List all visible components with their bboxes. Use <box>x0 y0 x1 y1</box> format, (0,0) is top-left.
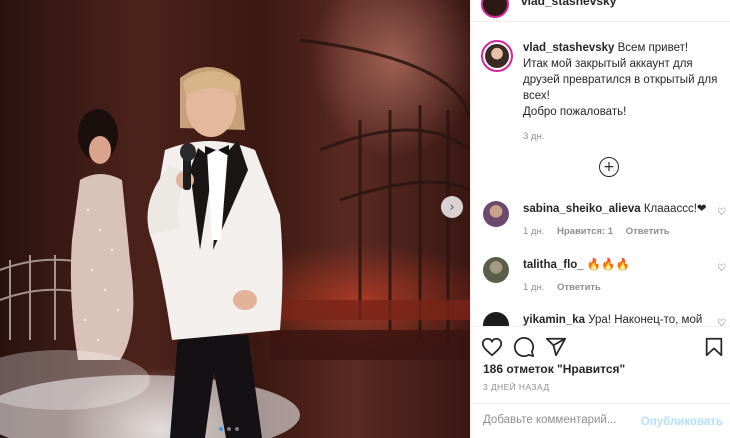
caption-text-line: Добро пожаловать! <box>523 106 627 118</box>
comments-list: sabina_sheiko_alieva Клааассс!❤ 1 дн. Нр… <box>471 195 730 327</box>
carousel-next-button[interactable]: › <box>441 196 463 218</box>
post-caption: vlad_stashevsky Всем привет! Итак мой за… <box>481 40 721 145</box>
comment-avatar[interactable] <box>483 257 509 283</box>
comment-avatar[interactable] <box>483 312 509 327</box>
heart-icon[interactable] <box>481 336 503 358</box>
post-side-panel: vlad_stashevsky vlad_stashevsky Всем при… <box>470 0 730 438</box>
caption-username[interactable]: vlad_stashevsky <box>523 42 614 54</box>
comment-text: 🔥🔥🔥 <box>586 259 630 271</box>
comment-reply-button[interactable]: Ответить <box>626 226 670 237</box>
comment-username[interactable]: talitha_flo_ <box>523 259 584 271</box>
send-icon[interactable] <box>545 336 567 358</box>
carousel-dot <box>227 427 231 431</box>
comment-item: sabina_sheiko_alieva Клааассс!❤ 1 дн. Нр… <box>481 201 726 240</box>
comment-item: yikamin_ka Ура! Наконец-то, мой ♡ <box>481 312 726 327</box>
comment-time[interactable]: 1 дн. <box>523 226 544 237</box>
caption-text-line: Всем привет! <box>617 42 689 54</box>
bookmark-icon[interactable] <box>703 336 725 358</box>
comment-item: talitha_flo_ 🔥🔥🔥 1 дн. Ответить ♡ <box>481 257 726 296</box>
comment-username[interactable]: sabina_sheiko_alieva <box>523 203 641 215</box>
publish-button[interactable]: Опубликовать <box>641 416 723 428</box>
comment-time[interactable]: 1 дн. <box>523 282 544 293</box>
comment-reply-button[interactable]: Ответить <box>557 282 601 293</box>
caption-time[interactable]: 3 дн. <box>523 129 721 145</box>
post-photo[interactable]: › <box>0 0 470 438</box>
stage-scene <box>0 38 470 438</box>
comment-heart-icon[interactable]: ♡ <box>717 263 726 274</box>
post-actions: 186 отметок "Нравится" 3 ДНЕЙ НАЗАД Опуб… <box>471 326 730 438</box>
comment-input[interactable] <box>483 414 643 426</box>
header-username[interactable]: vlad_stashevsky <box>521 0 616 8</box>
post-date[interactable]: 3 ДНЕЙ НАЗАД <box>483 382 549 392</box>
post-header: vlad_stashevsky <box>471 0 730 22</box>
chevron-right-icon: › <box>449 199 455 215</box>
caption-avatar[interactable] <box>481 40 513 72</box>
carousel-dot <box>235 427 239 431</box>
author-avatar[interactable] <box>481 0 509 18</box>
plus-circle-icon: + <box>603 159 615 175</box>
caption-text-line: всех! <box>523 90 550 102</box>
comment-icon[interactable] <box>513 336 535 358</box>
carousel-indicators <box>219 427 239 431</box>
comment-avatar[interactable] <box>483 201 509 227</box>
comment-username[interactable]: yikamin_ka <box>523 314 585 326</box>
add-comment-form: Опубликовать <box>471 403 730 438</box>
comment-text: Ура! Наконец-то, мой <box>588 314 703 326</box>
caption-text-line: друзей превратился в открытый для <box>523 74 718 86</box>
comment-heart-icon[interactable]: ♡ <box>717 207 726 218</box>
comment-text: Клааассс!❤ <box>643 203 707 215</box>
caption-text-line: Итак мой закрытый аккаунт для <box>523 58 693 70</box>
likes-count[interactable]: 186 отметок "Нравится" <box>483 362 625 376</box>
comment-likes[interactable]: Нравится: 1 <box>557 226 613 237</box>
carousel-dot <box>219 427 223 431</box>
load-more-comments-button[interactable]: + <box>599 157 619 177</box>
